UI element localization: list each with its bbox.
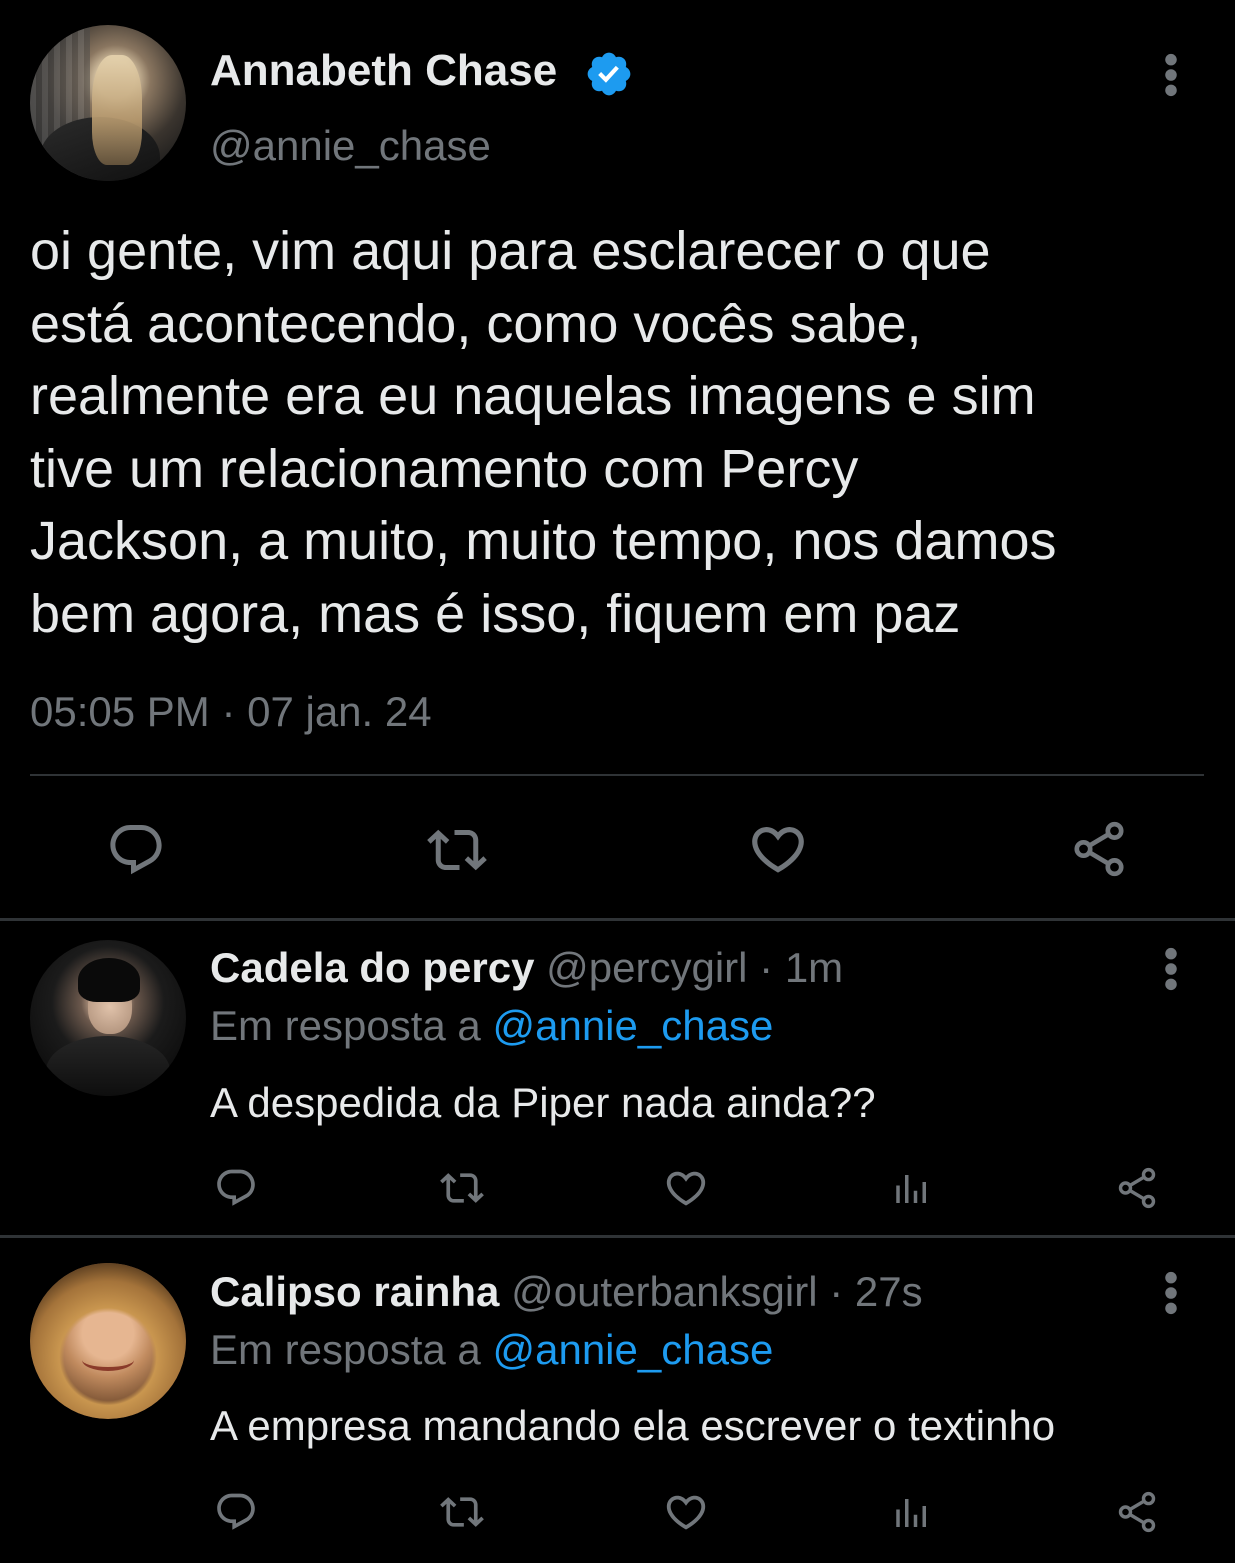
main-tweet: Annabeth Chase @annie_chase oi gente, vi… (0, 0, 1235, 920)
author-name[interactable]: Calipso rainha (210, 1268, 499, 1315)
tweet-thread: Annabeth Chase @annie_chase oi gente, vi… (0, 0, 1235, 1563)
tweet-text: oi gente, vim aqui para esclarecer o que… (30, 221, 1057, 644)
share-icon[interactable] (1068, 818, 1130, 880)
avatar-hair (78, 958, 140, 1002)
retweet-icon[interactable] (438, 1490, 486, 1534)
avatar[interactable] (30, 1263, 186, 1419)
replying-to: Em resposta a @annie_chase (210, 1002, 773, 1050)
reply-header: Cadela do percy @percygirl · 1m (210, 944, 843, 992)
reply-text: A empresa mandando ela escrever o textin… (210, 1402, 1056, 1449)
author-name[interactable]: Cadela do percy (210, 944, 534, 991)
author-name[interactable]: Annabeth Chase (210, 46, 557, 96)
reply-icon[interactable] (214, 1166, 258, 1210)
author-handle[interactable]: @percygirl (546, 944, 747, 991)
reply-time[interactable]: · 27s (818, 1268, 922, 1315)
like-icon[interactable] (663, 1165, 709, 1211)
retweet-icon[interactable] (425, 820, 489, 880)
divider (0, 1235, 1235, 1238)
reply-icon[interactable] (214, 1490, 258, 1534)
avatar[interactable] (30, 940, 186, 1096)
replying-to-label: Em resposta a (210, 1002, 493, 1049)
reply-header: Calipso rainha @outerbanksgirl · 27s (210, 1268, 923, 1316)
replying-to-label: Em resposta a (210, 1326, 493, 1373)
avatar-hair (30, 1263, 186, 1419)
more-options-icon[interactable] (1163, 1270, 1179, 1316)
like-icon[interactable] (746, 818, 810, 880)
author-handle[interactable]: @annie_chase (210, 122, 491, 170)
mention-link[interactable]: @annie_chase (492, 1326, 773, 1373)
retweet-icon[interactable] (438, 1166, 486, 1210)
reply-time[interactable]: · 1m (748, 944, 843, 991)
avatar[interactable] (30, 25, 186, 181)
divider (30, 774, 1204, 776)
share-icon[interactable] (1114, 1489, 1160, 1535)
replying-to: Em resposta a @annie_chase (210, 1326, 773, 1374)
author-handle[interactable]: @outerbanksgirl (511, 1268, 817, 1315)
reply-icon[interactable] (106, 820, 166, 880)
avatar-hair (92, 55, 142, 165)
like-icon[interactable] (663, 1489, 709, 1535)
verified-badge-icon (587, 52, 631, 96)
tweet-timestamp[interactable]: 05:05 PM · 07 jan. 24 (30, 688, 432, 736)
views-icon[interactable] (890, 1168, 934, 1210)
mention-link[interactable]: @annie_chase (492, 1002, 773, 1049)
more-options-icon[interactable] (1163, 946, 1179, 992)
more-options-icon[interactable] (1163, 52, 1179, 98)
share-icon[interactable] (1114, 1165, 1160, 1211)
reply-text: A despedida da Piper nada ainda?? (210, 1079, 876, 1126)
views-icon[interactable] (890, 1492, 934, 1534)
divider (0, 918, 1235, 921)
avatar-smile (82, 1349, 134, 1371)
avatar-body (46, 1036, 170, 1096)
